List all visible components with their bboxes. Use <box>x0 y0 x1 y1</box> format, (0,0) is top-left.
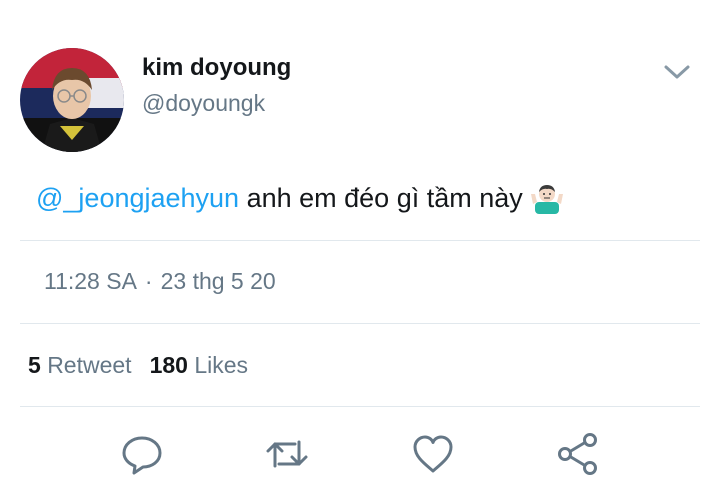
mention-link[interactable]: @_jeongjaehyun <box>36 183 239 214</box>
divider <box>20 323 700 324</box>
avatar[interactable] <box>20 48 124 152</box>
like-icon[interactable] <box>411 432 455 476</box>
tweet-text: @_jeongjaehyun anh em đéo gì tầm này <box>36 182 563 214</box>
retweet-count: 5 <box>28 352 41 378</box>
shrug-emoji <box>530 182 563 214</box>
display-name[interactable]: kim doyoung <box>142 54 291 82</box>
tweet-time: 11:28 SA <box>44 268 137 294</box>
divider <box>20 406 700 407</box>
divider <box>20 240 700 241</box>
share-icon[interactable] <box>556 432 600 476</box>
handle[interactable]: @doyoungk <box>142 90 265 117</box>
separator-dot: · <box>144 268 153 294</box>
chevron-down-icon[interactable] <box>662 60 692 84</box>
tweet-stats: 5 Retweet 180 Likes <box>28 352 248 379</box>
tweet-date: 23 thg 5 20 <box>160 268 276 294</box>
like-label: Likes <box>194 352 249 378</box>
avatar-image <box>20 48 124 152</box>
reply-icon[interactable] <box>120 432 164 476</box>
timestamp[interactable]: 11:28 SA · 23 thg 5 20 <box>44 268 276 295</box>
like-stat[interactable]: 180 Likes <box>150 352 248 378</box>
retweet-icon[interactable] <box>265 432 309 476</box>
retweet-stat[interactable]: 5 Retweet <box>28 352 132 378</box>
like-count: 180 <box>149 352 188 378</box>
retweet-label: Retweet <box>47 352 132 378</box>
tweet-body: anh em đéo gì tầm này <box>239 182 523 213</box>
